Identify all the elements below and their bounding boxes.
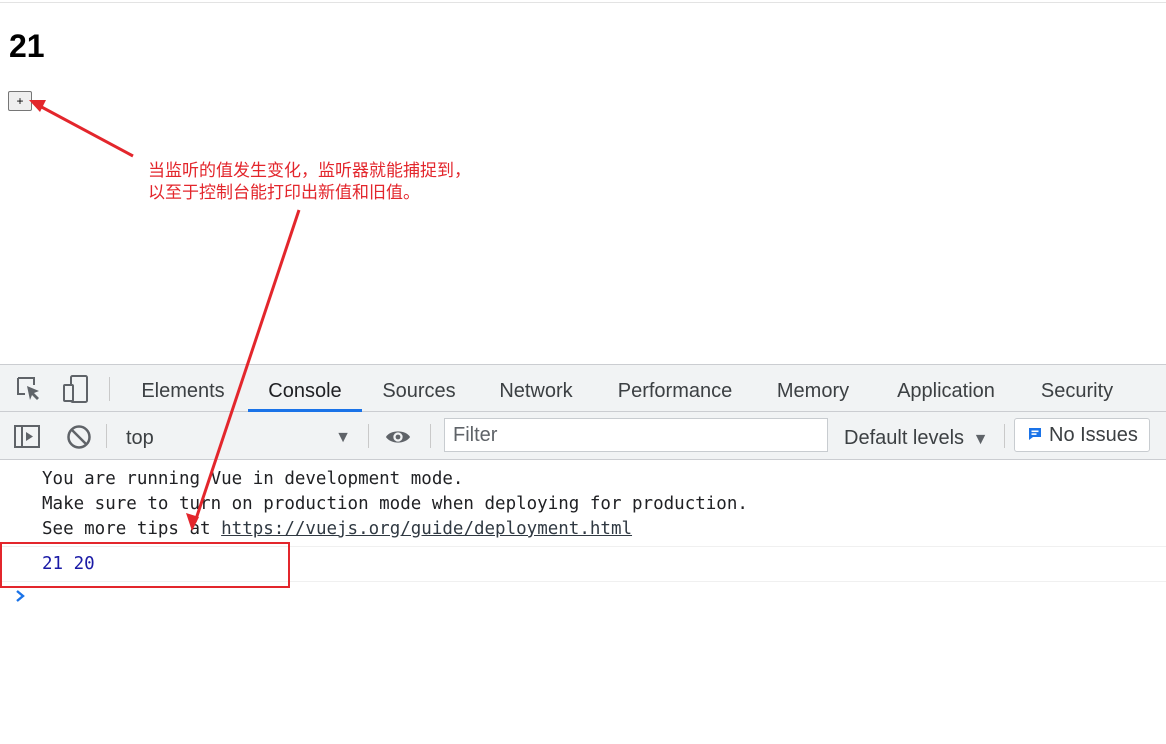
annotation-line-1: 当监听的值发生变化，监听器就能捕捉到， [148,161,471,181]
issues-message-icon [1029,428,1041,440]
context-selector[interactable]: top ▼ [117,420,357,452]
tab-network[interactable]: Network [485,365,587,412]
console-prompt-chevron-icon[interactable] [14,588,28,604]
dropdown-arrow-icon: ▼ [972,431,989,448]
tab-elements[interactable]: Elements [130,365,236,412]
device-toolbar-icon[interactable] [62,375,90,403]
context-selector-value: top [126,427,154,449]
devtools-panel: Elements Console Sources Network Perform… [0,364,1166,744]
issues-button[interactable]: No Issues [1014,418,1150,452]
tab-security[interactable]: Security [1030,365,1124,412]
tab-memory[interactable]: Memory [764,365,862,412]
log-levels-label: Default levels [844,427,965,449]
live-expression-eye-icon[interactable] [385,424,411,450]
counter-value: 21 [9,28,45,64]
tab-sources[interactable]: Sources [373,365,465,412]
deployment-docs-link[interactable]: https://vuejs.org/guide/deployment.html [221,519,632,539]
tab-console[interactable]: Console [248,365,362,412]
watch-log-output: 21 20 [42,554,95,574]
console-toolbar-separator [106,424,107,448]
annotation-line-2: 以至于控制台能打印出新值和旧值。 [148,183,420,203]
vue-dev-mode-message: You are running Vue in development mode.… [42,467,748,542]
annotation-arrow-to-button [35,102,134,158]
page-top-divider [0,2,1166,3]
log-row-divider [0,581,1166,582]
increment-button[interactable]: + [8,91,32,111]
log-line: Make sure to turn on production mode whe… [42,494,748,514]
console-toolbar-separator [368,424,369,448]
log-line-prefix: See more tips at [42,519,222,539]
console-toolbar-separator [430,424,431,448]
devtools-tabbar: Elements Console Sources Network Perform… [0,364,1166,412]
inspect-element-icon[interactable] [15,375,43,403]
tab-application[interactable]: Application [882,365,1010,412]
screenshot-root: 21 + 当监听的值发生变化，监听器就能捕捉到， 以至于控制台能打印出新值和旧值… [0,0,1166,744]
log-row-divider [0,546,1166,547]
sidebar-toggle-icon[interactable] [14,424,40,450]
log-levels-dropdown[interactable]: Default levels ▼ [844,420,988,452]
issues-label: No Issues [1049,424,1138,446]
console-toolbar-separator [1004,424,1005,448]
annotation-text: 当监听的值发生变化，监听器就能捕捉到， 以至于控制台能打印出新值和旧值。 [148,160,471,204]
log-line: You are running Vue in development mode. [42,469,464,489]
tabbar-separator [109,377,110,401]
dropdown-arrow-icon: ▼ [335,429,351,446]
tab-performance[interactable]: Performance [606,365,744,412]
clear-console-icon[interactable] [66,424,92,450]
console-toolbar: top ▼ Default levels ▼ [0,412,1166,460]
filter-input[interactable] [444,418,828,452]
